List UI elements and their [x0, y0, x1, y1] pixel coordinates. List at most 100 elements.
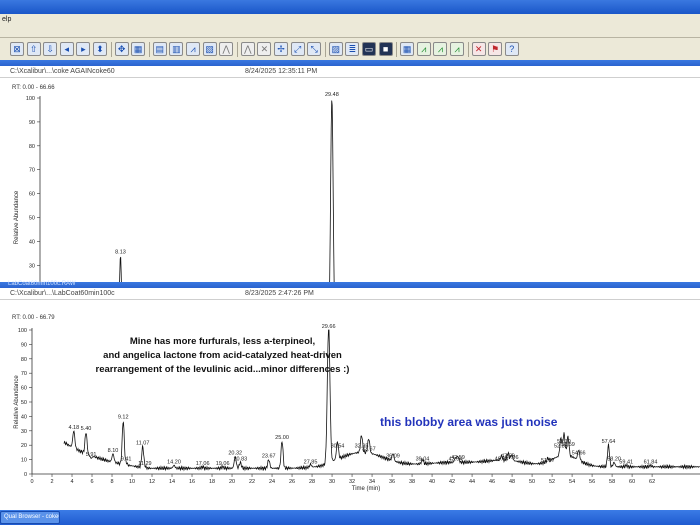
y-tick-label: 30 [21, 429, 27, 435]
y-tick-label: 40 [21, 414, 27, 420]
x-tick-label: 50 [529, 479, 535, 485]
y-tick-label: 60 [29, 192, 35, 198]
x-tick-label: 16 [189, 479, 195, 485]
x-tick-label: 48 [509, 479, 515, 485]
x-tick-label: 14 [169, 479, 175, 485]
pan-left-icon[interactable]: ◂ [59, 42, 74, 56]
zoom-out-icon[interactable]: ⊠ [10, 42, 24, 56]
peak-label: 11.29 [138, 461, 151, 467]
zoom-down-icon[interactable]: ⇩ [43, 42, 58, 56]
y-tick-label: 90 [21, 342, 27, 348]
annotation-noise: this blobby area was just noise [380, 415, 558, 429]
peak-label: 17.06 [196, 461, 210, 467]
chromatogram-trace [119, 100, 335, 282]
taskbar: Qual Browser - coke6... [0, 510, 700, 525]
x-tick-label: 46 [489, 479, 495, 485]
zoom-up-icon[interactable]: ⇧ [26, 42, 41, 56]
peak-label: 39.04 [416, 456, 430, 462]
y-tick-label: 70 [21, 371, 27, 377]
x-tick-label: 6 [90, 479, 93, 485]
normalize-icon[interactable]: ≣ [345, 42, 360, 56]
chromatogram-icon[interactable]: ▥ [169, 42, 184, 56]
x-tick-label: 56 [589, 479, 595, 485]
y-tick-label: 10 [21, 458, 27, 464]
toolbar-separator [110, 42, 112, 57]
x-tick-label: 42 [449, 479, 455, 485]
peak-label: 25.00 [275, 435, 289, 441]
x-tick-label: 26 [289, 479, 295, 485]
peak-label: 57.64 [602, 439, 616, 445]
cross-icon[interactable]: ✕ [257, 42, 272, 56]
flag-icon[interactable]: ⚑ [488, 42, 503, 56]
peak-label: 14.20 [167, 459, 181, 465]
peak-label: 33.67 [362, 446, 376, 452]
peak-detect-icon[interactable]: ⩘ [416, 42, 431, 56]
window-icon[interactable]: ▭ [362, 42, 376, 56]
toolbar: ⊠ ⇧ ⇩ ◂ ▸ ⬍ ✥ ▦ ▤ ▥ ⩘ ▧ ⋀ ⋀ ✕ ✢ ⤢ ⤡ ▨ ≣ ▭ ■ ▦ ⩘ ⩘ ⩘ ✕ ⚑? [0, 38, 700, 62]
annotation-comparison: Mine has more furfurals, less a-terpineo… [80, 335, 365, 377]
table-icon[interactable]: ▦ [400, 42, 415, 56]
x-tick-label: 0 [30, 479, 33, 485]
x-tick-label: 30 [329, 479, 335, 485]
peak-label: 9.41 [121, 456, 132, 462]
spectrum-icon[interactable]: ⩘ [186, 42, 200, 56]
help-icon[interactable]: ? [504, 42, 519, 56]
peak-label: 54.66 [572, 451, 586, 457]
peak-label-icon[interactable]: ⩘ [433, 42, 448, 56]
y-tick-label: 40 [29, 239, 35, 245]
x-tick-label: 20 [229, 479, 235, 485]
y-tick-label: 100 [26, 96, 35, 102]
toolbar-separator [467, 42, 469, 57]
x-tick-label: 40 [429, 479, 435, 485]
peak-label: 23.67 [262, 454, 276, 460]
toolbar-separator [148, 42, 150, 57]
pin-icon[interactable]: ✥ [114, 42, 129, 56]
toolbar-separator [324, 42, 326, 57]
x-tick-label: 22 [249, 479, 255, 485]
peak-label: 20.83 [233, 456, 247, 462]
expand-icon[interactable]: ⤢ [290, 42, 305, 56]
peak-label: 9.12 [118, 415, 129, 421]
x-tick-label: 62 [649, 479, 655, 485]
peak-off-icon[interactable]: ⋀ [240, 42, 255, 56]
y-tick-label: 50 [21, 400, 27, 406]
x-tick-label: 28 [309, 479, 315, 485]
y-tick-label: 0 [24, 472, 27, 478]
menu-bar: elp [0, 14, 700, 38]
delete-peak-icon[interactable]: ✕ [471, 42, 486, 56]
fit-icon[interactable]: ⤡ [307, 42, 322, 56]
x-tick-label: 44 [469, 479, 475, 485]
y-tick-label: 80 [29, 144, 35, 150]
map-view-icon[interactable]: ▧ [202, 42, 217, 56]
annotation-line: Mine has more furfurals, less a-terpineo… [129, 336, 316, 347]
toolbar-separator [236, 42, 238, 57]
y-tick-label: 20 [21, 443, 27, 449]
chromatogram-top-panel: C:\Xcalibur\...\coke AGAINcoke60 8/24/20… [0, 60, 700, 282]
x-tick-label: 24 [269, 479, 275, 485]
menu-help[interactable]: elp [2, 16, 11, 23]
arrow-cross-icon[interactable]: ✢ [274, 42, 288, 56]
peak-compare-icon[interactable]: ⩘ [450, 42, 464, 56]
x-tick-label: 2 [50, 479, 53, 485]
list-view-icon[interactable]: ▤ [152, 42, 167, 56]
peak-label: 11.07 [136, 441, 149, 447]
peak-label: 53.59 [561, 442, 575, 448]
display-icon[interactable]: ■ [378, 42, 393, 56]
peak-label: 8.13 [115, 250, 126, 256]
peak-label: 51.57 [541, 458, 555, 464]
grid-view-icon[interactable]: ▦ [131, 42, 146, 56]
x-tick-label: 58 [609, 479, 615, 485]
y-tick-label: 100 [18, 328, 27, 334]
dataset-icon[interactable]: ▨ [328, 42, 343, 56]
rescale-icon[interactable]: ⬍ [93, 42, 107, 56]
chromatogram-bottom-plot[interactable]: 0102030405060708090100Relative Abundance… [0, 282, 700, 510]
peak-icon[interactable]: ⋀ [219, 42, 234, 56]
taskbar-app-button[interactable]: Qual Browser - coke6... [0, 511, 60, 524]
pan-right-icon[interactable]: ▸ [76, 42, 91, 56]
peak-label: 4.18 [68, 425, 79, 431]
peak-label: 36.09 [386, 454, 400, 460]
chromatogram-top-plot[interactable]: 0102030405060708090100Relative Abundance… [0, 60, 700, 282]
peak-label: 42.59 [451, 455, 465, 461]
peak-label: 29.48 [325, 92, 339, 98]
x-tick-label: 32 [349, 479, 355, 485]
